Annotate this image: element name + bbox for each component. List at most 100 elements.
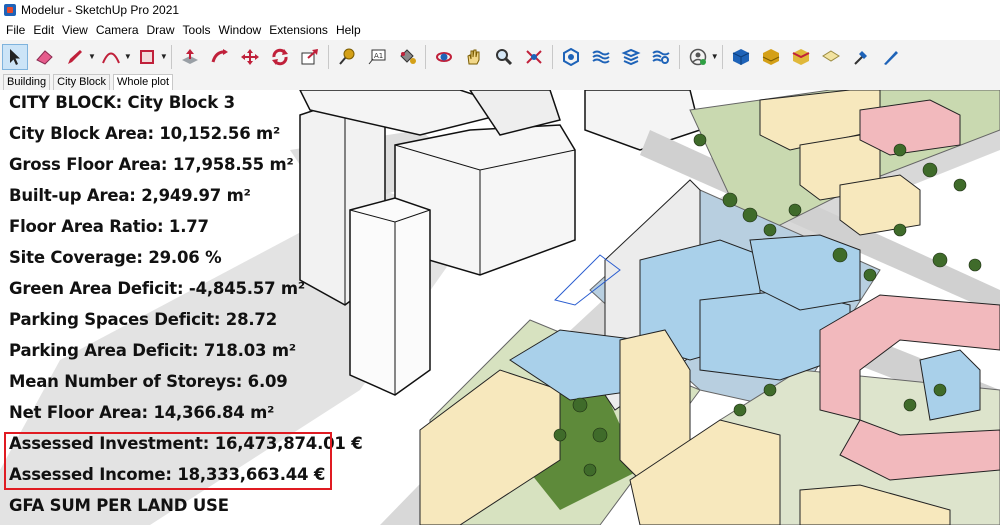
add-detail-button[interactable]: [878, 44, 904, 70]
move-tool-icon: [240, 48, 259, 65]
add-detail-icon: [883, 50, 898, 65]
svg-text:A1: A1: [374, 52, 383, 60]
sandbox-from-scratch-icon: [762, 48, 779, 65]
main-toolbar: ▼ ▼ ▼ A1 ▼: [0, 40, 1000, 74]
menu-window[interactable]: Window: [215, 23, 266, 37]
pan-tool-icon: [467, 49, 480, 64]
menu-bar: File Edit View Camera Draw Tools Window …: [0, 20, 1000, 40]
tab-whole-plot[interactable]: Whole plot: [113, 74, 174, 90]
info-mean-storeys: Mean Number of Storeys: 6.09: [9, 372, 288, 391]
follow-me-tool-icon: [211, 48, 228, 62]
window-title: Modelur - SketchUp Pro 2021: [21, 3, 180, 17]
paint-bucket-tool-button[interactable]: [394, 44, 420, 70]
tab-city-block[interactable]: City Block: [53, 74, 111, 90]
push-pull-tool-button[interactable]: [177, 44, 203, 70]
sandbox-from-contours-button[interactable]: [728, 44, 754, 70]
push-pull-tool-icon: [181, 48, 198, 64]
menu-edit[interactable]: Edit: [29, 23, 58, 37]
rectangle-tool-button[interactable]: [134, 44, 160, 70]
scene-tabs: Building City Block Whole plot: [0, 73, 1000, 90]
chevron-down-icon[interactable]: ▼: [160, 52, 168, 61]
toolbar-separator: [551, 44, 553, 69]
chevron-down-icon[interactable]: ▼: [711, 52, 719, 61]
modelur-generate-button[interactable]: [558, 44, 584, 70]
arc-tool-icon: [102, 52, 120, 63]
paint-bucket-tool-icon: [400, 48, 416, 64]
menu-file[interactable]: File: [0, 23, 29, 37]
follow-me-tool-button[interactable]: [207, 44, 233, 70]
smoove-icon: [792, 48, 810, 65]
arc-tool-button[interactable]: [98, 44, 124, 70]
menu-draw[interactable]: Draw: [143, 23, 179, 37]
info-gross-floor-area: Gross Floor Area: 17,958.55 m²: [9, 155, 294, 174]
tower-building-front: [349, 197, 431, 396]
title-bar: Modelur - SketchUp Pro 2021: [0, 0, 1000, 20]
modelur-layers-icon: [592, 50, 610, 63]
rotate-tool-button[interactable]: [267, 44, 293, 70]
chevron-down-icon[interactable]: ▼: [88, 52, 96, 61]
user-account-button[interactable]: [685, 44, 711, 70]
toolbar-separator: [327, 44, 329, 69]
info-built-up-area: Built-up Area: 2,949.97 m²: [9, 186, 251, 205]
zoom-extents-tool-button[interactable]: [521, 44, 547, 70]
info-city-block-area: City Block Area: 10,152.56 m²: [9, 124, 281, 143]
stamp-button[interactable]: [818, 44, 844, 70]
info-floor-area-ratio: Floor Area Ratio: 1.77: [9, 217, 209, 236]
drape-icon: [853, 50, 867, 65]
sketchup-app-icon: [4, 4, 16, 16]
modelur-settings-icon: [652, 50, 670, 64]
pan-tool-button[interactable]: [461, 44, 487, 70]
user-account-icon: [689, 48, 707, 65]
modelur-layers-button[interactable]: [588, 44, 614, 70]
info-site-coverage: Site Coverage: 29.06 %: [9, 248, 222, 267]
info-net-floor-area: Net Floor Area: 14,366.84 m²: [9, 403, 275, 422]
pencil-line-tool-icon: [68, 49, 82, 64]
pencil-line-tool-button[interactable]: [62, 44, 88, 70]
scale-tool-button[interactable]: [297, 44, 323, 70]
select-tool-button[interactable]: [2, 43, 28, 70]
menu-camera[interactable]: Camera: [92, 23, 143, 37]
toolbar-separator: [721, 44, 723, 69]
zoom-tool-icon: [495, 48, 512, 65]
toolbar-separator: [424, 44, 426, 69]
tab-building[interactable]: Building: [3, 74, 51, 90]
tape-measure-tool-button[interactable]: [334, 44, 360, 70]
orbit-tool-icon: [435, 51, 452, 62]
select-tool-icon: [10, 48, 20, 65]
eraser-tool-icon: [36, 49, 53, 65]
modelur-settings-button[interactable]: [648, 44, 674, 70]
text-tool-icon: A1: [368, 49, 386, 64]
scale-tool-icon: [301, 48, 318, 64]
sandbox-from-scratch-button[interactable]: [758, 44, 784, 70]
menu-tools[interactable]: Tools: [179, 23, 215, 37]
highlight-box: [4, 432, 332, 490]
info-gfa-sum: GFA SUM PER LAND USE: [9, 496, 229, 515]
menu-extensions[interactable]: Extensions: [265, 23, 332, 37]
model-viewport[interactable]: CITY BLOCK: City Block 3 City Block Area…: [0, 90, 1000, 525]
stamp-icon: [821, 49, 840, 62]
info-city-block: CITY BLOCK: City Block 3: [9, 93, 235, 112]
zoom-extents-tool-icon: [526, 49, 542, 64]
drape-button[interactable]: [848, 44, 874, 70]
move-tool-button[interactable]: [237, 44, 263, 70]
rotate-tool-icon: [271, 48, 288, 65]
text-tool-button[interactable]: A1: [364, 44, 390, 70]
menu-help[interactable]: Help: [332, 23, 365, 37]
sandbox-from-contours-icon: [732, 48, 749, 65]
orbit-tool-button[interactable]: [431, 44, 457, 70]
rectangle-tool-icon: [139, 49, 154, 64]
chevron-down-icon[interactable]: ▼: [124, 52, 132, 61]
info-green-area-deficit: Green Area Deficit: -4,845.57 m²: [9, 279, 305, 298]
modelur-stack-button[interactable]: [618, 44, 644, 70]
toolbar-separator: [678, 44, 680, 69]
info-parking-area-deficit: Parking Area Deficit: 718.03 m²: [9, 341, 296, 360]
modelur-generate-icon: [562, 47, 579, 66]
info-parking-spaces-deficit: Parking Spaces Deficit: 28.72: [9, 310, 277, 329]
zoom-tool-button[interactable]: [491, 44, 517, 70]
modelur-stack-icon: [621, 48, 641, 65]
tape-measure-tool-icon: [339, 48, 355, 65]
menu-view[interactable]: View: [58, 23, 92, 37]
smoove-button[interactable]: [788, 44, 814, 70]
toolbar-separator: [170, 44, 172, 69]
eraser-tool-button[interactable]: [32, 44, 58, 70]
